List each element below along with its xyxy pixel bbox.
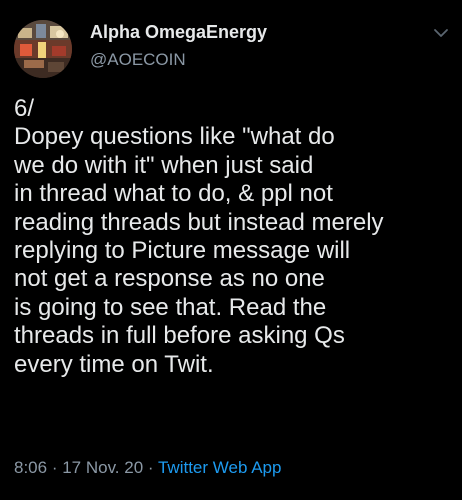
tweet-card: Alpha OmegaEnergy @AOECOIN 6/ Dopey ques… [0,0,462,500]
chevron-down-icon[interactable] [432,24,450,42]
tweet-header: Alpha OmegaEnergy @AOECOIN [14,16,454,78]
tweet-text-line: is going to see that. Read the [14,293,327,321]
tweet-text-line: replying to Picture message will [14,237,351,265]
avatar[interactable] [14,20,72,78]
tweet-text-line: not get a response as no one [14,265,325,293]
meta-separator: · [143,458,158,477]
tweet-text-line: every time on Twit. [14,350,214,378]
tweet-source-link[interactable]: Twitter Web App [158,458,281,477]
tweet-text-line: reading threads but instead merely [14,208,384,236]
avatar-image [14,20,72,78]
tweet-time[interactable]: 8:06 [14,458,47,477]
tweet-text-line: 6/ [14,95,35,122]
tweet-text-line: Dopey questions like "what do [14,123,335,151]
tweet-text-line: threads in full before asking Qs [14,322,345,350]
meta-separator: · [47,458,63,477]
tweet-text-line: we do with it" when just said [14,151,314,179]
author-handle[interactable]: @AOECOIN [90,50,186,70]
tweet-text: 6/ Dopey questions like "what do we do w… [14,95,454,379]
tweet-meta: 8:06 · 17 Nov. 20 · Twitter Web App [14,458,281,478]
tweet-date[interactable]: 17 Nov. 20 [62,458,143,477]
author-display-name[interactable]: Alpha OmegaEnergy [90,22,267,43]
tweet-text-line: in thread what to do, & ppl not [14,180,333,208]
